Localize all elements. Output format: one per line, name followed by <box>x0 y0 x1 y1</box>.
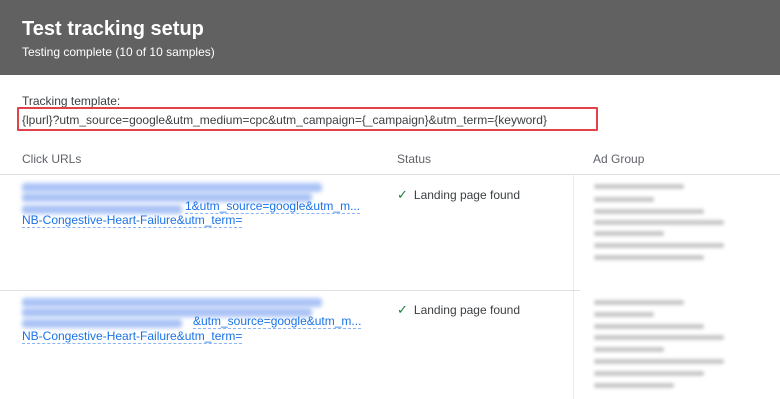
column-header-ad-group: Ad Group <box>593 152 645 166</box>
row-divider <box>0 290 580 291</box>
tracking-template-label: Tracking template: <box>22 94 121 108</box>
redacted-ad-group <box>594 231 664 236</box>
check-icon: ✓ <box>397 302 408 317</box>
redacted-url-line <box>22 319 182 328</box>
redacted-ad-group <box>594 383 674 388</box>
redacted-ad-group <box>594 312 654 317</box>
redacted-ad-group <box>594 184 684 189</box>
click-url-link[interactable]: NB-Congestive-Heart-Failure&utm_term= <box>22 329 243 344</box>
redacted-ad-group <box>594 371 704 376</box>
redacted-ad-group <box>594 347 664 352</box>
redacted-ad-group <box>594 220 724 225</box>
redacted-ad-group <box>594 300 684 305</box>
redacted-url-line <box>22 298 322 307</box>
redacted-ad-group <box>594 197 654 202</box>
click-url-link[interactable]: &utm_source=google&utm_m... <box>193 314 362 329</box>
click-url-link[interactable]: 1&utm_source=google&utm_m... <box>185 199 361 214</box>
redacted-ad-group <box>594 335 724 340</box>
click-url-link[interactable]: NB-Congestive-Heart-Failure&utm_term= <box>22 213 243 228</box>
ad-group-column-separator <box>573 175 574 399</box>
status-text: Landing page found <box>413 188 521 202</box>
column-header-click-urls: Click URLs <box>22 152 82 166</box>
status-cell: ✓ Landing page found <box>397 187 520 203</box>
status-cell: ✓ Landing page found <box>397 302 520 318</box>
redacted-ad-group <box>594 324 704 329</box>
redacted-ad-group <box>594 255 704 260</box>
dialog-subtitle: Testing complete (10 of 10 samples) <box>22 45 215 59</box>
dialog-title: Test tracking setup <box>22 18 204 40</box>
redacted-ad-group <box>594 209 704 214</box>
redacted-url-line <box>22 183 322 192</box>
status-text: Landing page found <box>413 303 521 317</box>
check-icon: ✓ <box>397 187 408 202</box>
redacted-ad-group <box>594 243 724 248</box>
redacted-ad-group <box>594 359 724 364</box>
column-header-status: Status <box>397 152 432 166</box>
header-divider <box>0 174 780 175</box>
tracking-template-value: {lpurl}?utm_source=google&utm_medium=cpc… <box>22 113 547 127</box>
dialog-header: Test tracking setup Testing complete (10… <box>0 0 780 75</box>
